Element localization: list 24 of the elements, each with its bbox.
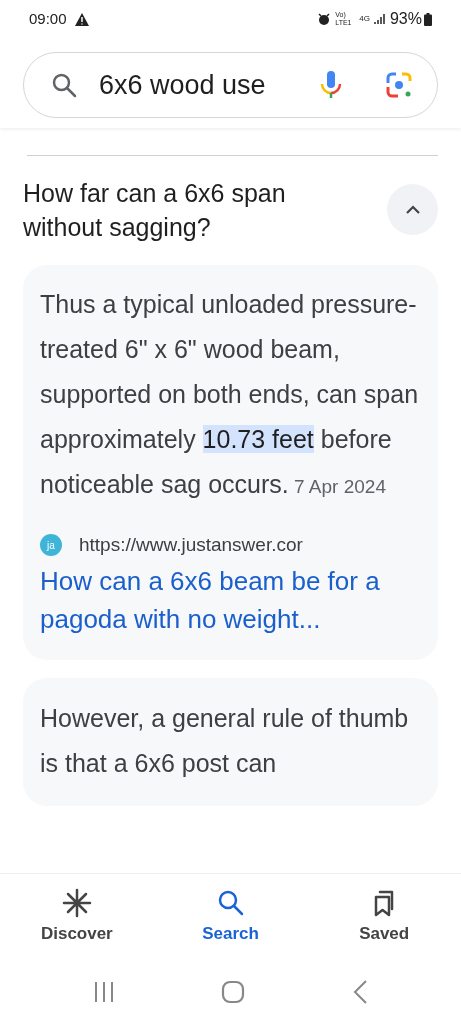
battery-level: 93% [389, 9, 422, 29]
home-icon[interactable] [221, 980, 246, 1004]
search-icon [51, 72, 77, 98]
alarm-icon [317, 12, 332, 26]
answer-text: Thus a typical unloaded pressure-treated 6" x 6" wood beam, supported on both ends, can span approximately 10.73 feet before noticeable sag occurs. 7 Apr 2024 [40, 289, 420, 500]
status-time: 09:00 [29, 8, 67, 29]
nav-tab[interactable]: Search [153, 874, 308, 960]
recent-apps-icon[interactable] [93, 981, 116, 1003]
data-label: 4G [359, 13, 370, 25]
nav-tab[interactable]: Discover [0, 874, 154, 960]
microphone-icon[interactable] [319, 70, 343, 100]
battery-icon [424, 12, 432, 26]
source-favicon: ja [40, 534, 62, 557]
source-link[interactable]: How can a 6x6 beam be for a pagoda with no weight... [40, 561, 421, 638]
search-query: 6x6 wood use [99, 68, 267, 102]
warning-icon [74, 12, 89, 26]
camera-lens-icon[interactable] [385, 71, 413, 99]
question-text[interactable]: How far can a 6x6 span without sagging? [23, 176, 387, 244]
answer-text: However, a general rule of thumb is that a 6x6 post can [40, 702, 410, 779]
signal-icon [373, 13, 386, 25]
back-icon[interactable] [351, 979, 368, 1005]
asterisk-icon [61, 887, 92, 918]
source-url: https://www.justanswer.cor [79, 533, 303, 557]
nav-tab[interactable]: Saved [307, 874, 461, 960]
